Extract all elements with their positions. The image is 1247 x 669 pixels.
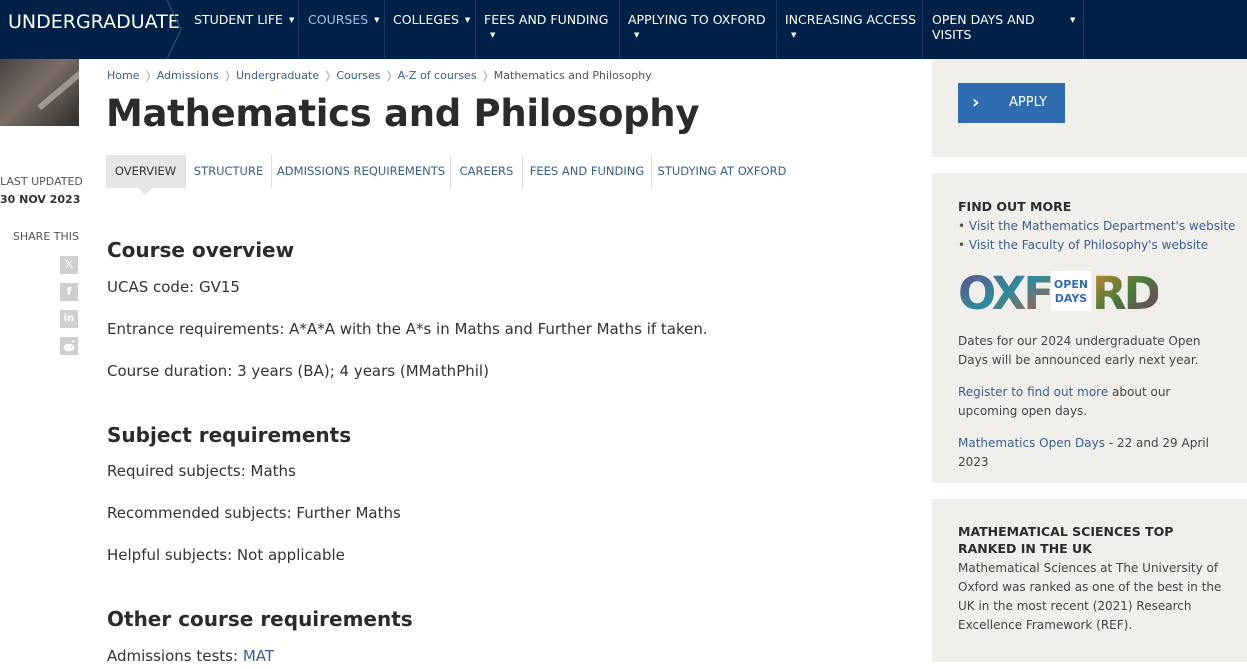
oxford-open-days-logo[interactable]: OXF OPEN DAYS RD bbox=[958, 268, 1158, 314]
breadcrumb-courses[interactable]: Courses bbox=[336, 69, 380, 82]
logo-days-text: DAYS bbox=[1055, 292, 1088, 305]
brand-undergraduate[interactable]: UNDERGRADUATE bbox=[0, 0, 180, 59]
caret-down-icon: ▼ bbox=[374, 16, 380, 24]
register-link[interactable]: Register to find out more bbox=[958, 385, 1108, 399]
logo-oxf-letters: OXF bbox=[958, 268, 1051, 314]
tab-careers[interactable]: CAREERS bbox=[451, 155, 523, 188]
logo-open-text: OPEN bbox=[1054, 278, 1088, 291]
maths-dept-link[interactable]: Visit the Mathematics Department's websi… bbox=[969, 219, 1236, 233]
nav-fees-and-funding[interactable]: FEES AND FUNDING▼ bbox=[476, 0, 620, 59]
share-this-label: SHARE THIS bbox=[12, 230, 79, 243]
chevron-right-icon: › bbox=[972, 92, 980, 113]
tab-studying-at-oxford[interactable]: STUDYING AT OXFORD bbox=[652, 155, 792, 188]
breadcrumb-separator-icon: ❭ bbox=[143, 69, 153, 82]
entrance-requirements: Entrance requirements: A*A*A with the A*… bbox=[107, 320, 708, 338]
required-subjects: Required subjects: Maths bbox=[107, 462, 296, 480]
last-updated-date: 30 NOV 2023 bbox=[0, 193, 81, 206]
philosophy-faculty-link-item: • Visit the Faculty of Philosophy's webs… bbox=[958, 238, 1209, 252]
subject-requirements-heading: Subject requirements bbox=[107, 423, 352, 447]
helpful-subjects: Helpful subjects: Not applicable bbox=[107, 546, 345, 564]
caret-down-icon: ▼ bbox=[1070, 16, 1076, 24]
register-text: Register to find out more about our upco… bbox=[958, 385, 1171, 418]
reddit-icon[interactable] bbox=[60, 337, 78, 355]
tab-overview[interactable]: OVERVIEW bbox=[106, 155, 186, 195]
linkedin-icon[interactable]: in bbox=[60, 310, 78, 328]
breadcrumb-separator-icon: ❭ bbox=[384, 69, 394, 82]
nav-applying-to-oxford[interactable]: APPLYING TO OXFORD▼ bbox=[620, 0, 777, 59]
nav-increasing-access[interactable]: INCREASING ACCESS▼ bbox=[777, 0, 923, 59]
maths-open-days-text: Mathematics Open Days - 22 and 29 April … bbox=[958, 436, 1209, 469]
last-updated-label: LAST UPDATED bbox=[0, 175, 83, 188]
apply-button[interactable]: › APPLY bbox=[958, 83, 1065, 123]
nav-colleges[interactable]: COLLEGES ▼ bbox=[385, 0, 476, 59]
nav-courses[interactable]: COURSES ▼ bbox=[299, 0, 385, 59]
breadcrumb-separator-icon: ❭ bbox=[222, 69, 232, 82]
find-out-more-heading: FIND OUT MORE bbox=[958, 199, 1072, 214]
recommended-subjects: Recommended subjects: Further Maths bbox=[107, 504, 401, 522]
breadcrumb-current: Mathematics and Philosophy bbox=[493, 69, 652, 82]
admissions-tests: Admissions tests: MAT bbox=[107, 647, 275, 665]
page-title: Mathematics and Philosophy bbox=[106, 92, 700, 135]
facebook-icon[interactable]: f bbox=[60, 283, 78, 301]
nav-open-days-and-visits[interactable]: OPEN DAYS AND VISITS ▼ bbox=[923, 0, 1084, 59]
ranking-heading: MATHEMATICAL SCIENCES TOP RANKED IN THE … bbox=[958, 524, 1174, 556]
logo-rd-letters: RD bbox=[1092, 268, 1158, 314]
tab-fees-and-funding[interactable]: FEES AND FUNDING bbox=[523, 155, 652, 188]
mat-link[interactable]: MAT bbox=[243, 647, 274, 665]
tab-admissions-requirements[interactable]: ADMISSIONS REQUIREMENTS bbox=[272, 155, 451, 188]
breadcrumb-undergraduate[interactable]: Undergraduate bbox=[236, 69, 319, 82]
course-overview-heading: Course overview bbox=[107, 238, 295, 262]
caret-down-icon: ▼ bbox=[634, 31, 640, 39]
open-days-dates-text: Dates for our 2024 undergraduate Open Da… bbox=[958, 334, 1201, 367]
logo-center-panel bbox=[1051, 271, 1091, 311]
breadcrumb: Home ❭ Admissions ❭ Undergraduate ❭ Courses ❭ A-… bbox=[107, 69, 652, 82]
hero-image-thumbnail bbox=[0, 59, 79, 126]
maths-open-days-link[interactable]: Mathematics Open Days bbox=[958, 436, 1105, 450]
top-navigation: UNDERGRADUATE STUDENT LIFE ▼ COURSES ▼ COL… bbox=[0, 0, 1247, 59]
breadcrumb-home[interactable]: Home bbox=[107, 69, 139, 82]
caret-down-icon: ▼ bbox=[490, 31, 496, 39]
brand-chevron-divider bbox=[166, 0, 182, 59]
breadcrumb-a-z-courses[interactable]: A-Z of courses bbox=[398, 69, 477, 82]
breadcrumb-admissions[interactable]: Admissions bbox=[157, 69, 219, 82]
other-requirements-heading: Other course requirements bbox=[107, 607, 413, 631]
caret-down-icon: ▼ bbox=[288, 16, 295, 24]
breadcrumb-separator-icon: ❭ bbox=[323, 69, 333, 82]
maths-dept-link-item: • Visit the Mathematics Department's web… bbox=[958, 219, 1236, 233]
reddit-glyph bbox=[63, 340, 75, 352]
philosophy-faculty-link[interactable]: Visit the Faculty of Philosophy's websit… bbox=[969, 238, 1208, 252]
caret-down-icon: ▼ bbox=[791, 31, 797, 39]
x-twitter-icon[interactable]: 𝕏 bbox=[60, 256, 78, 274]
breadcrumb-separator-icon: ❭ bbox=[480, 69, 490, 82]
nav-student-life[interactable]: STUDENT LIFE ▼ bbox=[186, 0, 299, 59]
ranking-text: Mathematical Sciences at The University … bbox=[958, 561, 1222, 632]
ucas-code: UCAS code: GV15 bbox=[107, 278, 240, 296]
course-duration: Course duration: 3 years (BA); 4 years (… bbox=[107, 362, 489, 380]
caret-down-icon: ▼ bbox=[464, 16, 471, 24]
tab-structure[interactable]: STRUCTURE bbox=[186, 155, 272, 188]
